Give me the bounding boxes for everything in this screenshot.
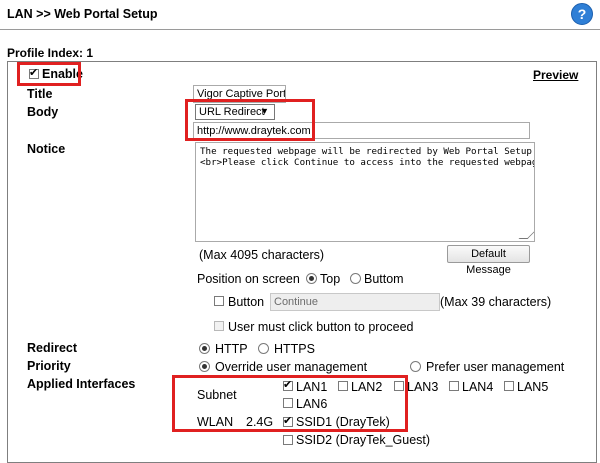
button-label: Button	[228, 295, 265, 309]
redirect-https-radio[interactable]	[258, 343, 269, 354]
must-click-checkbox[interactable]	[214, 321, 224, 331]
redirect-https-label: HTTPS	[274, 342, 315, 356]
button-text-input[interactable]: Continue	[270, 293, 440, 311]
subnet-label: Subnet	[197, 388, 237, 402]
priority-prefer-label: Prefer user management	[426, 360, 565, 374]
priority-override-radio[interactable]	[199, 361, 210, 372]
lan3-checkbox[interactable]	[394, 381, 404, 391]
profile-index-label: Profile Index: 1	[7, 46, 94, 60]
button-max-chars: (Max 39 characters)	[440, 295, 552, 309]
priority-label: Priority	[27, 359, 71, 373]
lan1-label: LAN1	[296, 380, 328, 394]
ssid2-checkbox[interactable]	[283, 435, 293, 445]
button-enable-checkbox[interactable]	[214, 296, 224, 306]
redirect-http-radio[interactable]	[199, 343, 210, 354]
default-message-button[interactable]: Default Message	[447, 245, 530, 276]
title-label: Title	[27, 87, 53, 101]
priority-override-label: Override user management	[215, 360, 368, 374]
body-type-value: URL Redirect	[199, 106, 265, 118]
lan4-label: LAN4	[462, 380, 494, 394]
lan2-label: LAN2	[351, 380, 383, 394]
applied-interfaces-label: Applied Interfaces	[27, 377, 136, 391]
preview-link[interactable]: Preview	[533, 68, 578, 82]
page-title: LAN >> Web Portal Setup	[7, 7, 158, 21]
lan6-label: LAN6	[296, 397, 328, 411]
lan5-label: LAN5	[517, 380, 549, 394]
lan4-checkbox[interactable]	[449, 381, 459, 391]
wlan-label: WLAN	[197, 415, 234, 429]
enable-checkbox[interactable]	[29, 66, 39, 79]
notice-max-chars: (Max 4095 characters)	[199, 248, 325, 262]
priority-prefer-radio[interactable]	[410, 361, 421, 372]
position-bottom-radio[interactable]	[350, 273, 361, 284]
wlan-band-label: 2.4G	[246, 415, 274, 429]
ssid2-label: SSID2 (DrayTek_Guest)	[296, 433, 431, 447]
resize-handle-icon[interactable]	[518, 230, 534, 239]
body-label: Body	[27, 105, 59, 119]
must-click-label: User must click button to proceed	[228, 320, 414, 334]
position-top-radio[interactable]	[306, 273, 317, 284]
notice-text: The requested webpage will be redirected…	[200, 146, 535, 168]
ssid1-checkbox[interactable]	[283, 414, 293, 427]
ssid1-label: SSID1 (DrayTek)	[296, 415, 390, 429]
redirect-url-input[interactable]: http://www.draytek.com	[193, 122, 530, 139]
title-input[interactable]: Vigor Captive Portal	[193, 85, 286, 103]
notice-textarea[interactable]: The requested webpage will be redirected…	[195, 142, 535, 242]
position-bottom-label: Buttom	[364, 272, 404, 286]
header-divider	[0, 29, 600, 30]
position-top-label: Top	[320, 272, 341, 286]
lan1-checkbox[interactable]	[283, 378, 293, 391]
chevron-down-icon: ▼	[260, 106, 269, 116]
body-type-select[interactable]: URL Redirect ▼	[195, 104, 275, 120]
help-question-icon[interactable]: ?	[571, 3, 593, 25]
redirect-http-label: HTTP	[215, 342, 248, 356]
notice-label: Notice	[27, 142, 66, 156]
lan6-checkbox[interactable]	[283, 398, 293, 408]
position-label: Position on screen	[197, 272, 300, 286]
enable-label: Enable	[42, 67, 83, 81]
lan5-checkbox[interactable]	[504, 381, 514, 391]
redirect-label: Redirect	[27, 341, 78, 355]
lan2-checkbox[interactable]	[338, 381, 348, 391]
lan3-label: LAN3	[407, 380, 439, 394]
